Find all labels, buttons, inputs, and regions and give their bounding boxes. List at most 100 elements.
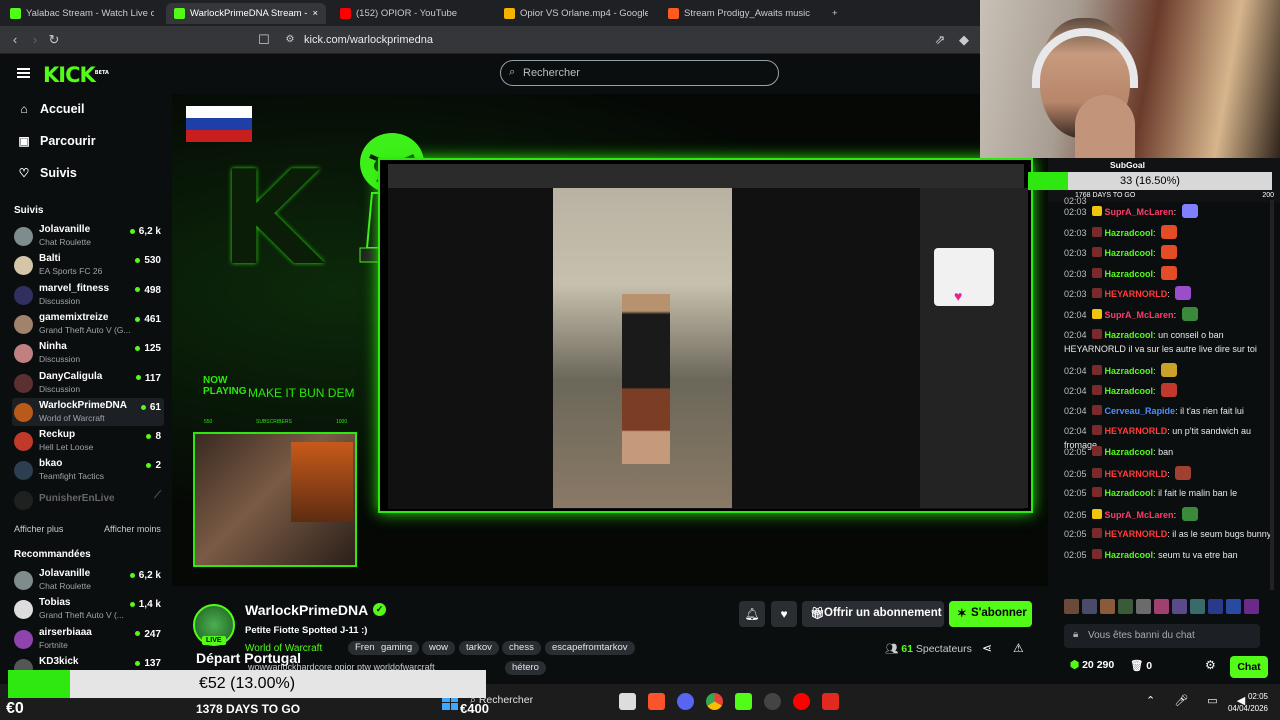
- avatar: [14, 629, 33, 649]
- file-explorer-icon[interactable]: [619, 693, 636, 710]
- username[interactable]: Hazradcool: [1105, 269, 1154, 279]
- tag-2[interactable]: wow: [422, 641, 456, 655]
- sidebar-channel[interactable]: Reckup Hell Let Loose 8: [12, 427, 164, 455]
- channel-points[interactable]: ⬢ 20 290: [1070, 659, 1114, 671]
- discord-icon[interactable]: [677, 693, 694, 710]
- emote-icon[interactable]: [1190, 599, 1205, 614]
- username[interactable]: Hazradcool: [1105, 447, 1154, 457]
- emote-icon[interactable]: [1136, 599, 1151, 614]
- chat-send-button[interactable]: Chat: [1230, 656, 1268, 678]
- username[interactable]: SuprA_McLaren: [1105, 207, 1174, 217]
- emote-bar[interactable]: [1064, 599, 1276, 617]
- notification-bell-button[interactable]: 🔔︎: [739, 601, 765, 627]
- chat-settings-icon[interactable]: ⚙: [1205, 658, 1216, 672]
- emote-icon[interactable]: [1154, 599, 1169, 614]
- username[interactable]: Hazradcool: [1105, 330, 1154, 340]
- emote-icon[interactable]: [1208, 599, 1223, 614]
- tag-6[interactable]: hétero: [505, 661, 546, 675]
- username[interactable]: Hazradcool: [1105, 228, 1154, 238]
- back-icon[interactable]: ‹: [7, 32, 23, 48]
- message-time: 02:03: [1064, 207, 1087, 217]
- new-tab-button[interactable]: +: [824, 3, 846, 24]
- nav-heart[interactable]: ♡ Suivis: [18, 166, 77, 180]
- extension-icon[interactable]: ◆: [956, 32, 972, 48]
- taskbar-clock[interactable]: 02:05 04/04/2026: [1214, 691, 1268, 715]
- emote-icon[interactable]: [1172, 599, 1187, 614]
- share-icon[interactable]: ⋖: [982, 641, 992, 655]
- username[interactable]: HEYARNORLD: [1105, 529, 1168, 539]
- search-input[interactable]: ⌕ Rechercher: [500, 60, 779, 86]
- browser-tab[interactable]: WarlockPrimeDNA Stream - V ×: [166, 3, 326, 24]
- youtube-icon[interactable]: [793, 693, 810, 710]
- url-field[interactable]: kick.com/warlockprimedna: [304, 34, 433, 46]
- show-more-link[interactable]: Afficher plus: [14, 524, 63, 534]
- kick-logo[interactable]: KICKBETA: [43, 63, 109, 87]
- sidebar-channel[interactable]: Ninha Discussion 125: [12, 339, 164, 367]
- follow-heart-button[interactable]: ♥: [771, 601, 797, 627]
- forward-icon[interactable]: ›: [27, 32, 43, 48]
- chat-input[interactable]: 🔒︎ Vous êtes banni du chat: [1064, 624, 1260, 648]
- channel-name: Jolavanille: [39, 568, 91, 579]
- tag-4[interactable]: chess: [502, 641, 541, 655]
- redeems-count[interactable]: 🗑︎ 0: [1130, 659, 1152, 672]
- sidebar-channel[interactable]: WarlockPrimeDNA World of Warcraft 61: [12, 397, 164, 426]
- username[interactable]: HEYARNORLD: [1105, 469, 1168, 479]
- kick-app-icon[interactable]: [735, 693, 752, 710]
- obs-icon[interactable]: [764, 693, 781, 710]
- close-tab-icon[interactable]: ×: [312, 8, 318, 19]
- favicon-icon: [340, 8, 351, 19]
- menu-icon[interactable]: [17, 68, 30, 78]
- report-icon[interactable]: ⚠: [1013, 641, 1024, 655]
- sidebar-channel[interactable]: marvel_fitness Discussion 498: [12, 281, 164, 309]
- channel-name[interactable]: WarlockPrimeDNA: [245, 602, 368, 618]
- chrome-icon[interactable]: [706, 693, 723, 710]
- sidebar-channel[interactable]: PunisherEnLive ⟋: [12, 486, 164, 514]
- emote-icon[interactable]: [1100, 599, 1115, 614]
- emote-icon[interactable]: [1064, 599, 1079, 614]
- sidebar-channel[interactable]: gamemixtreize Grand Theft Auto V (G... 461: [12, 310, 164, 338]
- sidebar-channel[interactable]: DanyCaligula Discussion 117: [12, 369, 164, 397]
- username[interactable]: Hazradcool: [1105, 488, 1154, 498]
- subscribe-button[interactable]: ✶ S'abonner: [949, 601, 1032, 627]
- tag-5[interactable]: escapefromtarkov: [545, 641, 635, 655]
- tag-1[interactable]: gaming: [374, 641, 420, 655]
- gift-subscription-button[interactable]: 🎁︎ Offrir un abonnement: [802, 601, 944, 627]
- live-dot: [129, 572, 135, 578]
- username[interactable]: Hazradcool: [1105, 386, 1154, 396]
- emote-icon[interactable]: [1244, 599, 1259, 614]
- sidebar-channel[interactable]: bkao Teamfight Tactics 2: [12, 456, 164, 484]
- sidebar-channel[interactable]: Tobias Grand Theft Auto V (... 1,4 k: [12, 595, 164, 623]
- username[interactable]: Cerveau_Rapide: [1105, 406, 1176, 416]
- avatar: [14, 461, 33, 481]
- share-icon[interactable]: ⇗: [932, 32, 948, 48]
- sidebar-channel[interactable]: Jolavanille Chat Roulette 6,2 k: [12, 566, 164, 594]
- bookmark-icon[interactable]: ☐: [256, 32, 272, 48]
- emote-icon[interactable]: [1082, 599, 1097, 614]
- sidebar-channel[interactable]: airserbiaaa Fortnite 247: [12, 625, 164, 653]
- site-info-icon[interactable]: ⚙: [282, 32, 298, 48]
- chat-scrollbar[interactable]: [1270, 200, 1274, 590]
- browser-tab[interactable]: Stream Prodigy_Awaits music | List: [660, 3, 820, 24]
- show-less-link[interactable]: Afficher moins: [104, 524, 161, 534]
- reload-icon[interactable]: ↻: [46, 32, 62, 48]
- username[interactable]: SuprA_McLaren: [1105, 510, 1174, 520]
- emote-icon[interactable]: [1226, 599, 1241, 614]
- tag-3[interactable]: tarkov: [459, 641, 499, 655]
- browser-tab[interactable]: Yalabac Stream - Watch Live on Kick: [2, 3, 162, 24]
- username[interactable]: Hazradcool: [1105, 366, 1154, 376]
- browser-tab[interactable]: (152) OPIOR - YouTube: [332, 3, 492, 24]
- nav-home[interactable]: ⌂ Accueil: [18, 102, 84, 116]
- acrobat-icon[interactable]: [822, 693, 839, 710]
- browser-tab[interactable]: Opior VS Orlane.mp4 - Google Drive: [496, 3, 656, 24]
- username[interactable]: Hazradcool: [1105, 550, 1154, 560]
- nav-browse[interactable]: ▣ Parcourir: [18, 134, 95, 148]
- brave-icon[interactable]: [648, 693, 665, 710]
- username[interactable]: HEYARNORLD: [1105, 289, 1168, 299]
- username[interactable]: SuprA_McLaren: [1105, 310, 1174, 320]
- username[interactable]: Hazradcool: [1105, 248, 1154, 258]
- sidebar-channel[interactable]: Jolavanille Chat Roulette 6,2 k: [12, 222, 164, 250]
- video-player[interactable]: K ♥ NOW PLAYING MAKE IT BUN DEM 550 SUBS…: [172, 94, 1048, 586]
- username[interactable]: HEYARNORLD: [1105, 426, 1168, 436]
- emote-icon[interactable]: [1118, 599, 1133, 614]
- sidebar-channel[interactable]: Balti EA Sports FC 26 530: [12, 251, 164, 279]
